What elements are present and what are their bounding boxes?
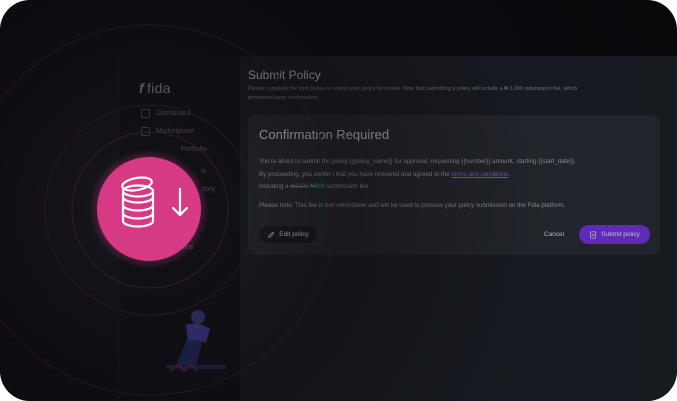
store-icon: [141, 126, 150, 136]
submit-policy-button[interactable]: Submit policy: [579, 225, 650, 244]
submit-policy-label: Submit policy: [601, 231, 640, 238]
cancel-button[interactable]: Cancel: [538, 226, 570, 243]
app-frame: f fida Dashboard Marketplace Portfolio lo…: [0, 0, 677, 401]
brand-mark: f: [139, 80, 144, 96]
dialog-line-3: including a ₦1000 ₦900 submission fee.: [259, 183, 370, 190]
coin-stack-badge: [89, 149, 209, 269]
dialog-line-2: By proceeding, you confirm that you have…: [259, 171, 510, 178]
dialog-note: Please note: This fee is non-refundable …: [259, 202, 566, 209]
new-fee: ₦900: [310, 183, 326, 190]
document-icon: [590, 230, 596, 239]
sidebar-item-dashboard[interactable]: Dashboard: [141, 106, 190, 120]
page-description-line-1: Please complete the form below to submit…: [248, 86, 578, 92]
page-title: Submit Policy: [248, 68, 321, 82]
dialog-line-3-prefix: including a: [259, 183, 291, 190]
home-icon: [141, 108, 150, 118]
page-description: Please complete the form below to submit…: [248, 85, 676, 103]
sidebar-illustration: [166, 310, 226, 373]
dialog-title: Confirmation Required: [259, 127, 390, 142]
dialog-line-2-prefix: By proceeding, you confirm that you have…: [259, 171, 452, 178]
old-fee: ₦1000: [290, 183, 309, 190]
cancel-label: Cancel: [543, 231, 565, 238]
sidebar-item-marketplace[interactable]: Marketplace: [141, 124, 194, 138]
dialog-line-1: You're about to submit the policy {{poli…: [259, 158, 576, 165]
dialog-line-2-suffix: .: [508, 171, 511, 178]
pencil-icon: [268, 231, 275, 238]
terms-link[interactable]: terms and conditions: [451, 171, 508, 178]
edit-policy-button[interactable]: Edit policy: [259, 226, 317, 243]
sidebar-item-label: Marketplace: [156, 127, 195, 135]
confirmation-dialog: Confirmation Required You're about to su…: [248, 115, 660, 255]
sidebar-item-label: Dashboard: [156, 109, 191, 117]
edit-policy-label: Edit policy: [279, 231, 309, 238]
brand-name: fida: [146, 80, 171, 96]
page-description-line-2: processed upon confirmation.: [248, 95, 319, 101]
brand-logo[interactable]: f fida: [139, 80, 171, 96]
dialog-line-3-suffix: submission fee.: [325, 183, 370, 190]
